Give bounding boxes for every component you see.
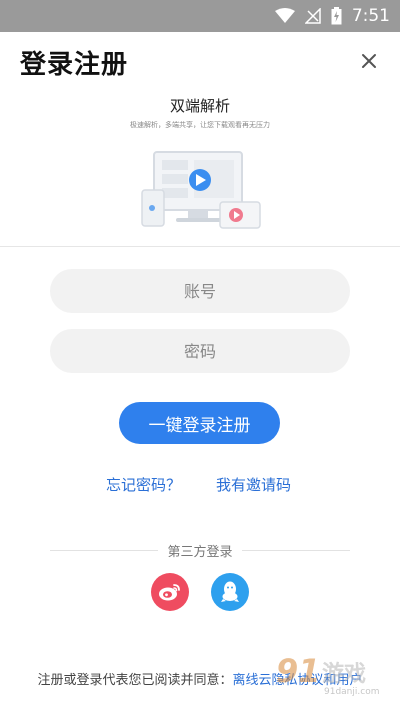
qq-login-button[interactable]	[211, 573, 249, 611]
agreement-prefix: 注册或登录代表您已阅读并同意：	[37, 673, 233, 688]
status-icons: 7:51	[274, 4, 390, 28]
password-input[interactable]	[50, 329, 350, 373]
wifi-icon	[274, 8, 295, 24]
clock: 7:51	[351, 6, 390, 26]
watermark-text: 游戏	[322, 662, 367, 687]
multi-device-illustration	[141, 151, 261, 229]
page-title: 登录注册	[20, 50, 129, 80]
invite-code-link[interactable]: 我有邀请码	[216, 474, 291, 495]
account-input[interactable]	[50, 269, 350, 313]
weibo-login-button[interactable]	[151, 573, 189, 611]
third-party-divider: 第三方登录	[50, 541, 350, 560]
watermark-url: 91danji.com	[324, 687, 380, 697]
one-click-login-button[interactable]: 一键登录注册	[119, 402, 280, 444]
weibo-icon	[159, 584, 180, 601]
banner-title: 双端解析	[169, 97, 230, 115]
banner-subtitle: 极速解析，多端共享，让您下载观看再无压力	[130, 121, 270, 129]
forgot-password-link[interactable]: 忘记密码？	[106, 474, 181, 495]
watermark-logo: 91	[276, 652, 321, 690]
status-bar: 7:51	[0, 0, 400, 32]
battery-charging-icon	[331, 7, 342, 25]
divider	[0, 246, 400, 247]
divider-line	[242, 550, 350, 551]
close-icon	[362, 54, 376, 68]
close-button[interactable]	[356, 48, 382, 74]
no-signal-icon	[304, 8, 321, 24]
qq-icon	[221, 581, 239, 602]
site-watermark: 91 游戏 91danji.com	[274, 652, 394, 708]
